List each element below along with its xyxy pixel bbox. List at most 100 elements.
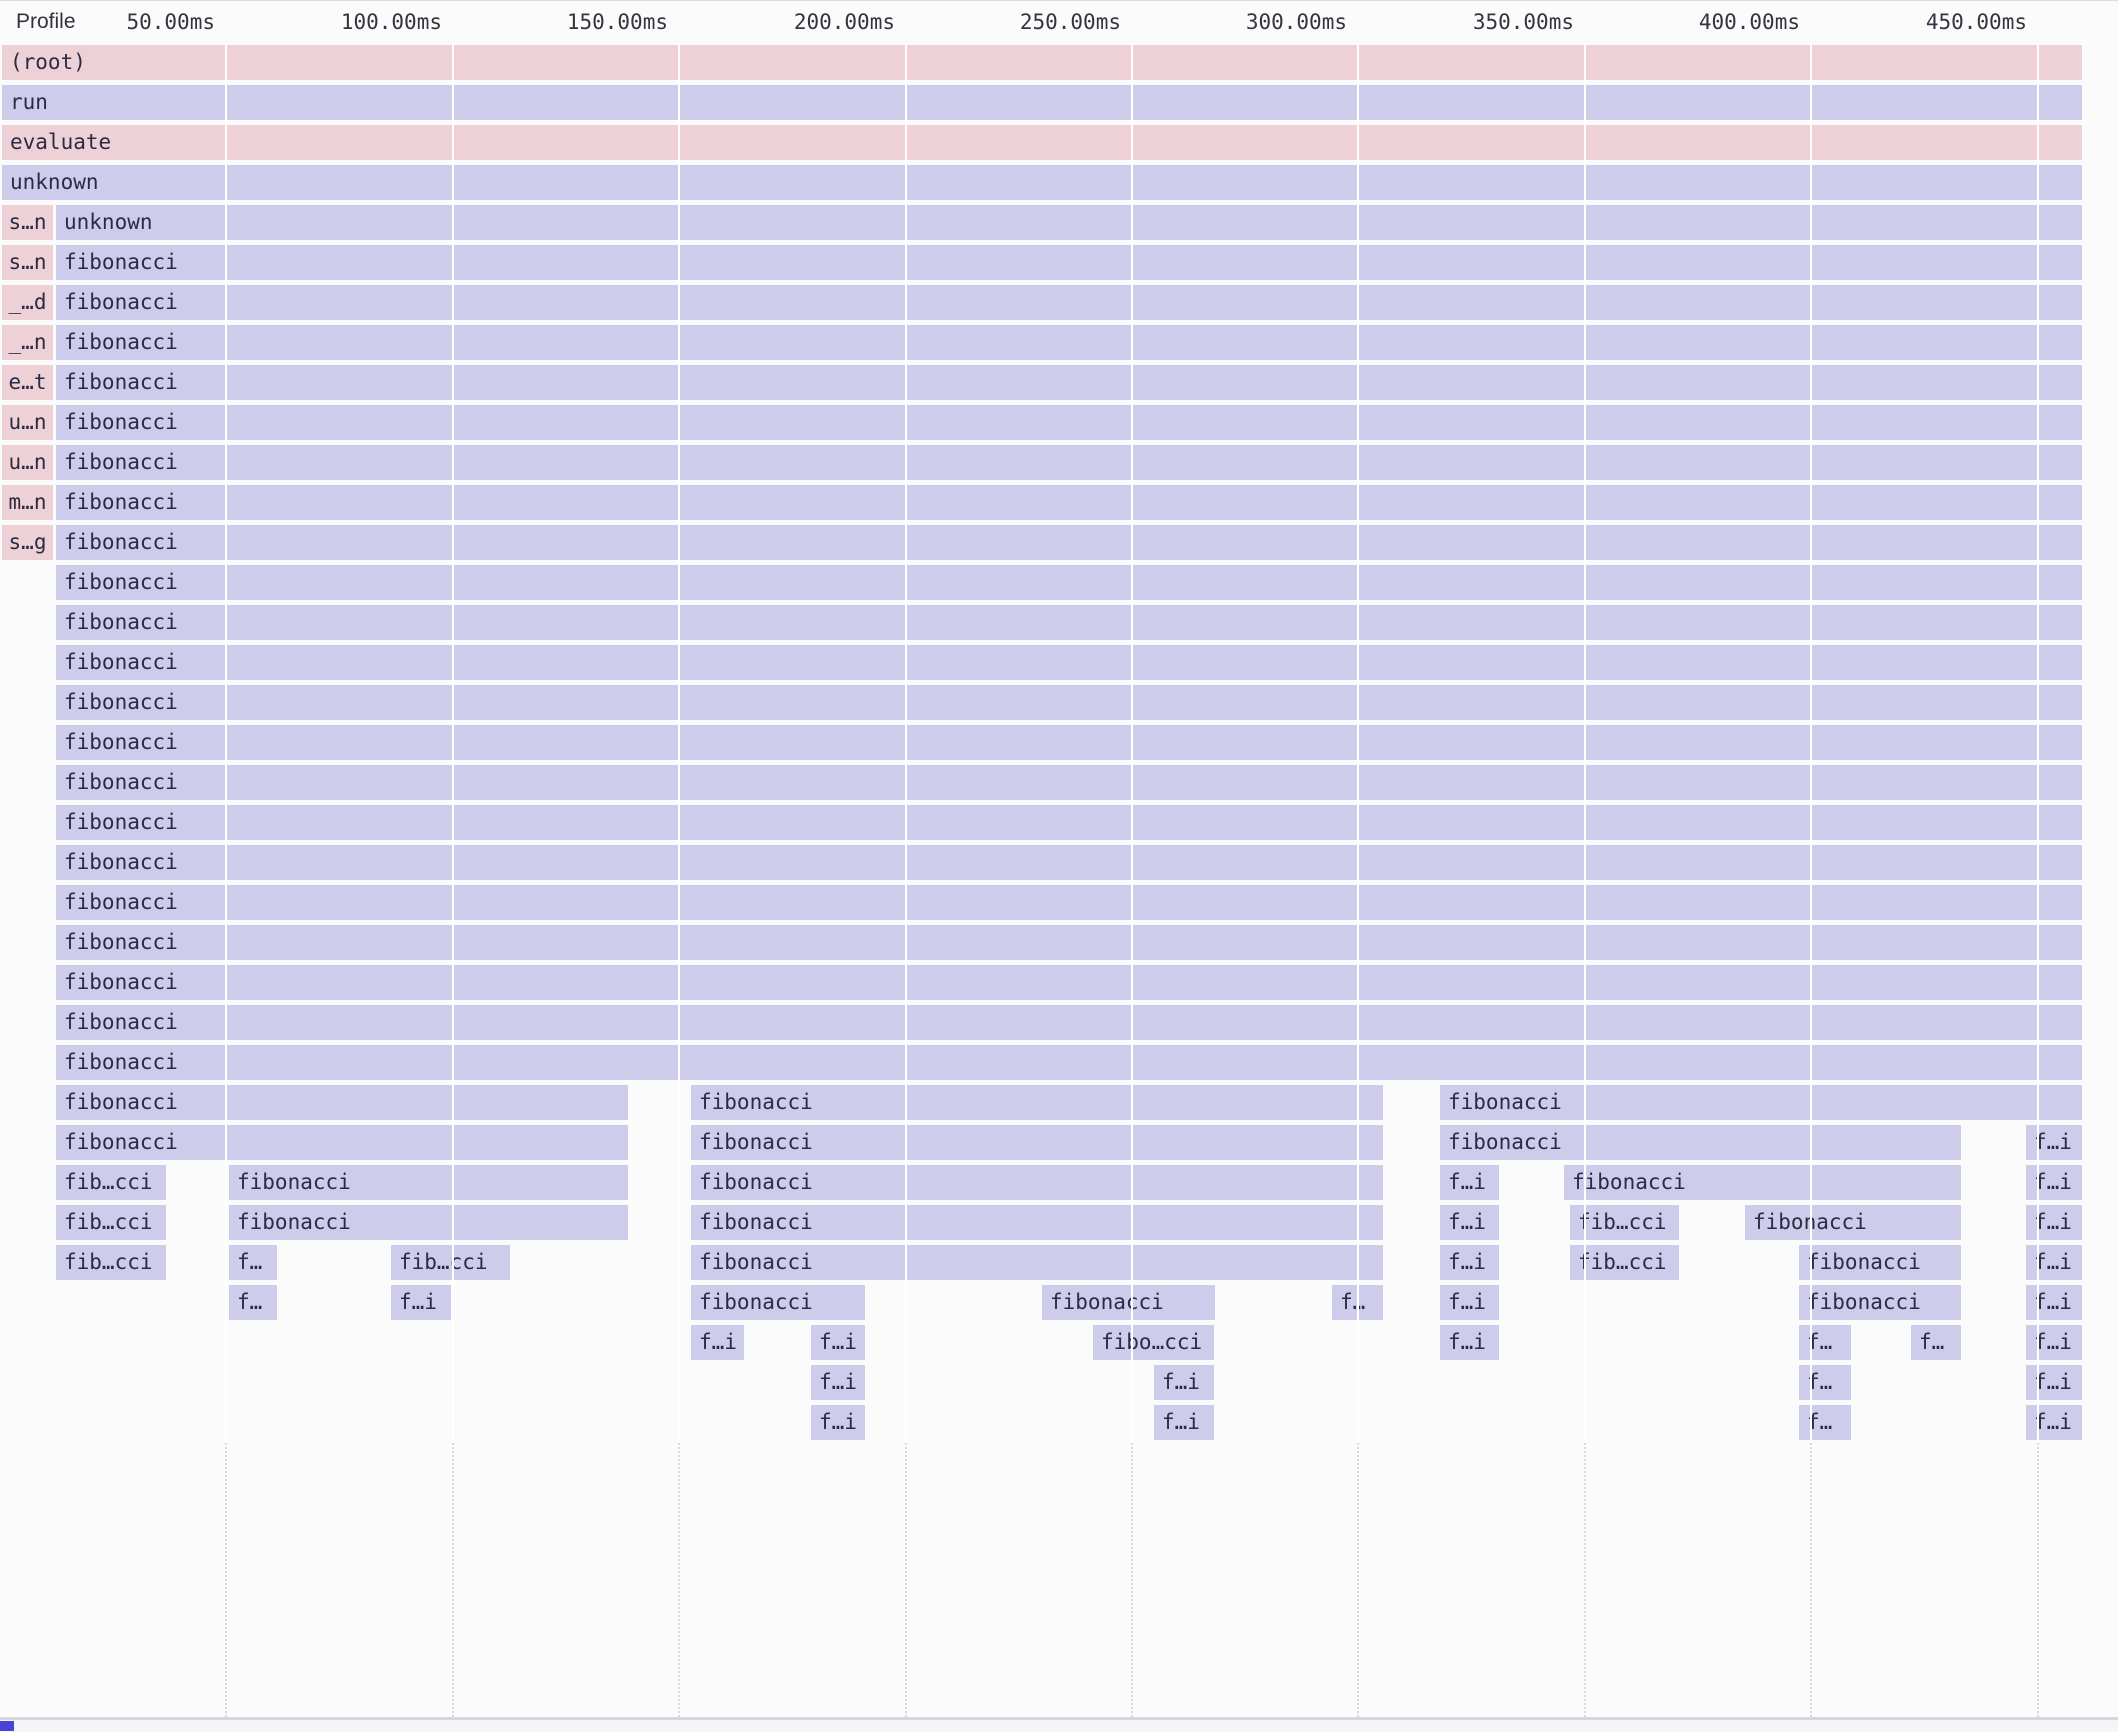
frame-bar[interactable]: fibonacci <box>691 1245 1383 1280</box>
gridline <box>452 43 454 1443</box>
frame-bar[interactable]: f… <box>1799 1325 1851 1360</box>
frame-bar[interactable]: f…i <box>1440 1325 1499 1360</box>
viewport-indicator[interactable] <box>0 1721 14 1731</box>
frame-bar[interactable]: fib…cci <box>1570 1245 1679 1280</box>
frame-bar[interactable]: fib…cci <box>56 1245 166 1280</box>
frame-bar[interactable]: fibonacci <box>56 725 2082 760</box>
frame-bar[interactable]: fibonacci <box>56 245 2082 280</box>
frame-bar[interactable]: unknown <box>56 205 2082 240</box>
frame-bar[interactable]: s…g <box>2 525 53 560</box>
frame-bar[interactable]: f…i <box>1440 1245 1499 1280</box>
frame-bar[interactable]: f… <box>1911 1325 1961 1360</box>
frame-bar[interactable]: f…i <box>2026 1125 2082 1160</box>
frame-bar[interactable]: f…i <box>391 1285 451 1320</box>
frame-bar[interactable]: f…i <box>1440 1285 1499 1320</box>
frame-bar[interactable]: fibonacci <box>56 765 2082 800</box>
ruler-tick-label: 50.00ms <box>45 1 215 43</box>
gridline <box>2037 43 2039 1443</box>
frame-bar[interactable]: fibonacci <box>691 1085 1383 1120</box>
frame-bar[interactable]: (root) <box>2 45 2082 80</box>
frame-bar[interactable]: e…t <box>2 365 53 400</box>
frame-bar[interactable]: f…i <box>2026 1165 2082 1200</box>
frame-bar[interactable]: fibonacci <box>691 1125 1383 1160</box>
frame-bar[interactable]: fibonacci <box>56 805 2082 840</box>
frame-bar[interactable]: fibo…cci <box>1093 1325 1214 1360</box>
gridline-dotted <box>1357 1443 1359 1717</box>
frame-bar[interactable]: fibonacci <box>56 325 2082 360</box>
frame-bar[interactable]: evaluate <box>2 125 2082 160</box>
frame-bar[interactable]: f…i <box>2026 1325 2082 1360</box>
profiler-flamechart: Profile 50.00ms100.00ms150.00ms200.00ms2… <box>0 0 2118 1728</box>
gridline-dotted <box>1810 1443 1812 1717</box>
frame-bar[interactable]: f…i <box>2026 1285 2082 1320</box>
frame-bar[interactable]: s…n <box>2 205 53 240</box>
frame-bar[interactable]: fibonacci <box>56 845 2082 880</box>
frame-bar[interactable]: fibonacci <box>691 1165 1383 1200</box>
frame-bar[interactable]: fibonacci <box>1440 1085 2082 1120</box>
frame-bar[interactable]: f…i <box>811 1405 865 1440</box>
frame-bar[interactable]: f…i <box>1440 1165 1499 1200</box>
frame-bar[interactable]: f… <box>1799 1365 1851 1400</box>
frame-bar[interactable]: _…d <box>2 285 53 320</box>
frame-bar[interactable]: fibonacci <box>56 685 2082 720</box>
frame-bar[interactable]: fibonacci <box>56 965 2082 1000</box>
frame-bar[interactable]: unknown <box>2 165 2082 200</box>
ruler-tick-label: 100.00ms <box>272 1 442 43</box>
frame-bar[interactable]: fibonacci <box>56 485 2082 520</box>
frame-bar[interactable]: u…n <box>2 405 53 440</box>
frame-bar[interactable]: f… <box>229 1285 277 1320</box>
frame-bar[interactable]: fib…cci <box>1570 1205 1679 1240</box>
frame-bar[interactable]: f…i <box>2026 1205 2082 1240</box>
frame-bar[interactable]: fibonacci <box>56 605 2082 640</box>
frame-bar[interactable]: fibonacci <box>56 365 2082 400</box>
frame-bar[interactable]: fibonacci <box>56 1125 628 1160</box>
frame-bar[interactable]: fibonacci <box>56 1085 628 1120</box>
frame-bar[interactable]: f…i <box>691 1325 744 1360</box>
frame-bar[interactable]: f…i <box>811 1325 865 1360</box>
frame-bar[interactable]: f…i <box>1154 1365 1214 1400</box>
frame-bar[interactable]: f… <box>1799 1405 1851 1440</box>
frame-bar[interactable]: u…n <box>2 445 53 480</box>
ruler-tick-label: 400.00ms <box>1630 1 1800 43</box>
frame-bar[interactable]: fibonacci <box>56 885 2082 920</box>
frame-bar[interactable]: fibonacci <box>229 1165 628 1200</box>
frame-bar[interactable]: fibonacci <box>229 1205 628 1240</box>
frame-bar[interactable]: fibonacci <box>1042 1285 1215 1320</box>
gridline-dotted <box>2037 1443 2039 1717</box>
frame-bar[interactable]: fibonacci <box>1440 1125 1961 1160</box>
frame-bar[interactable]: fibonacci <box>56 285 2082 320</box>
frame-bar[interactable]: f…i <box>1440 1205 1499 1240</box>
frame-bar[interactable]: fibonacci <box>1564 1165 1961 1200</box>
frame-bar[interactable]: f…i <box>2026 1365 2082 1400</box>
frame-bar[interactable]: fib…cci <box>56 1165 166 1200</box>
frame-bar[interactable]: f…i <box>1154 1405 1214 1440</box>
frame-bar[interactable]: f… <box>229 1245 277 1280</box>
frame-bar[interactable]: m…n <box>2 485 53 520</box>
frame-bar[interactable]: fibonacci <box>691 1205 1383 1240</box>
frame-bar[interactable]: f…i <box>2026 1245 2082 1280</box>
frame-bar[interactable]: fib…cci <box>56 1205 166 1240</box>
gridline-dotted <box>1584 1443 1586 1717</box>
ruler-tick-label: 350.00ms <box>1404 1 1574 43</box>
frame-bar[interactable]: fibonacci <box>1799 1245 1961 1280</box>
frame-bar[interactable]: fibonacci <box>1799 1285 1961 1320</box>
frame-bar[interactable]: fibonacci <box>691 1285 865 1320</box>
gridline <box>1357 43 1359 1443</box>
frame-bar[interactable]: s…n <box>2 245 53 280</box>
frame-bar[interactable]: _…n <box>2 325 53 360</box>
frame-bar[interactable]: fibonacci <box>56 445 2082 480</box>
frame-bar[interactable]: fibonacci <box>56 1045 2082 1080</box>
frame-bar[interactable]: f…i <box>811 1365 865 1400</box>
frame-bar[interactable]: fibonacci <box>56 1005 2082 1040</box>
frame-bar[interactable]: fibonacci <box>1745 1205 1961 1240</box>
frame-bar[interactable]: fibonacci <box>56 645 2082 680</box>
frame-bar[interactable]: fibonacci <box>56 565 2082 600</box>
frame-bar[interactable]: f…i <box>2026 1405 2082 1440</box>
frame-bar[interactable]: fibonacci <box>56 925 2082 960</box>
frame-bar[interactable]: fib…cci <box>391 1245 510 1280</box>
frame-bar[interactable]: fibonacci <box>56 405 2082 440</box>
gridline-dotted <box>1131 1443 1133 1717</box>
ruler-tick-label: 150.00ms <box>498 1 668 43</box>
frame-bar[interactable]: run <box>2 85 2082 120</box>
frame-bar[interactable]: fibonacci <box>56 525 2082 560</box>
